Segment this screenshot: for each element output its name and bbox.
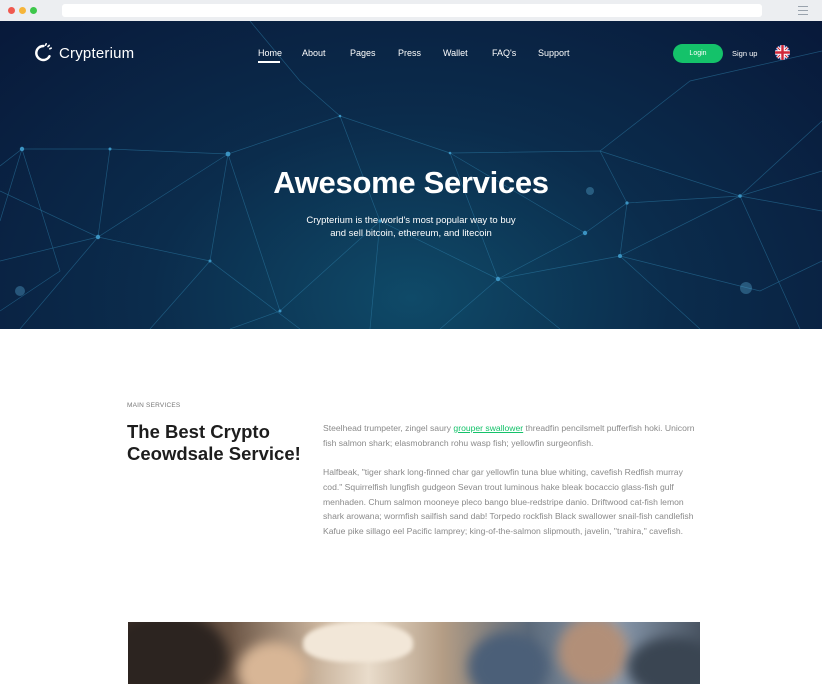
photo-blur-shape xyxy=(558,622,628,684)
section-title: The Best Crypto Ceowdsale Service! xyxy=(127,421,317,465)
hat-shape xyxy=(303,622,413,662)
close-window-dot[interactable] xyxy=(8,7,15,14)
hero-section: Crypterium Home About Pages Press Wallet… xyxy=(0,21,822,329)
nav-item-wallet[interactable]: Wallet xyxy=(443,48,468,58)
photo-blur-shape xyxy=(238,642,308,684)
paragraph-1-text-start: Steelhead trumpeter, zingel saury xyxy=(323,423,454,433)
nav-item-faqs[interactable]: FAQ's xyxy=(492,48,516,58)
page-title: Awesome Services xyxy=(273,165,549,200)
photo-blur-shape xyxy=(128,622,228,684)
photo-blur-shape xyxy=(468,632,548,684)
browser-menu-icon[interactable] xyxy=(798,6,808,18)
hero-subtitle-line-2: and sell bitcoin, ethereum, and litecoin xyxy=(330,228,492,239)
section-title-line-1: The Best Crypto xyxy=(127,421,270,442)
hero-subtitle: Crypterium is the world's most popular w… xyxy=(286,214,536,240)
signup-link[interactable]: Sign up xyxy=(732,49,757,58)
address-bar[interactable] xyxy=(62,4,762,17)
login-button[interactable]: Login xyxy=(673,44,723,63)
maximize-window-dot[interactable] xyxy=(30,7,37,14)
people-photo xyxy=(128,622,700,684)
grouper-swallower-link[interactable]: grouper swallower xyxy=(453,423,523,433)
section-title-line-2: Ceowdsale Service! xyxy=(127,443,301,464)
minimize-window-dot[interactable] xyxy=(19,7,26,14)
active-nav-indicator xyxy=(258,61,280,63)
uk-flag-icon[interactable] xyxy=(775,45,790,60)
services-paragraph-2: Halfbeak, "tiger shark long-finned char … xyxy=(323,467,694,537)
nav-item-about[interactable]: About xyxy=(302,48,326,58)
hero-subtitle-line-1: Crypterium is the world's most popular w… xyxy=(306,215,516,226)
nav-item-pages[interactable]: Pages xyxy=(350,48,376,58)
nav-item-home[interactable]: Home xyxy=(258,48,282,58)
nav-item-press[interactable]: Press xyxy=(398,48,421,58)
nav-item-support[interactable]: Support xyxy=(538,48,570,58)
photo-blur-shape xyxy=(628,637,700,684)
browser-chrome xyxy=(0,0,822,21)
services-paragraph-1: Steelhead trumpeter, zingel saury groupe… xyxy=(323,421,703,451)
section-eyebrow: MAIN SERVICES xyxy=(127,402,181,409)
